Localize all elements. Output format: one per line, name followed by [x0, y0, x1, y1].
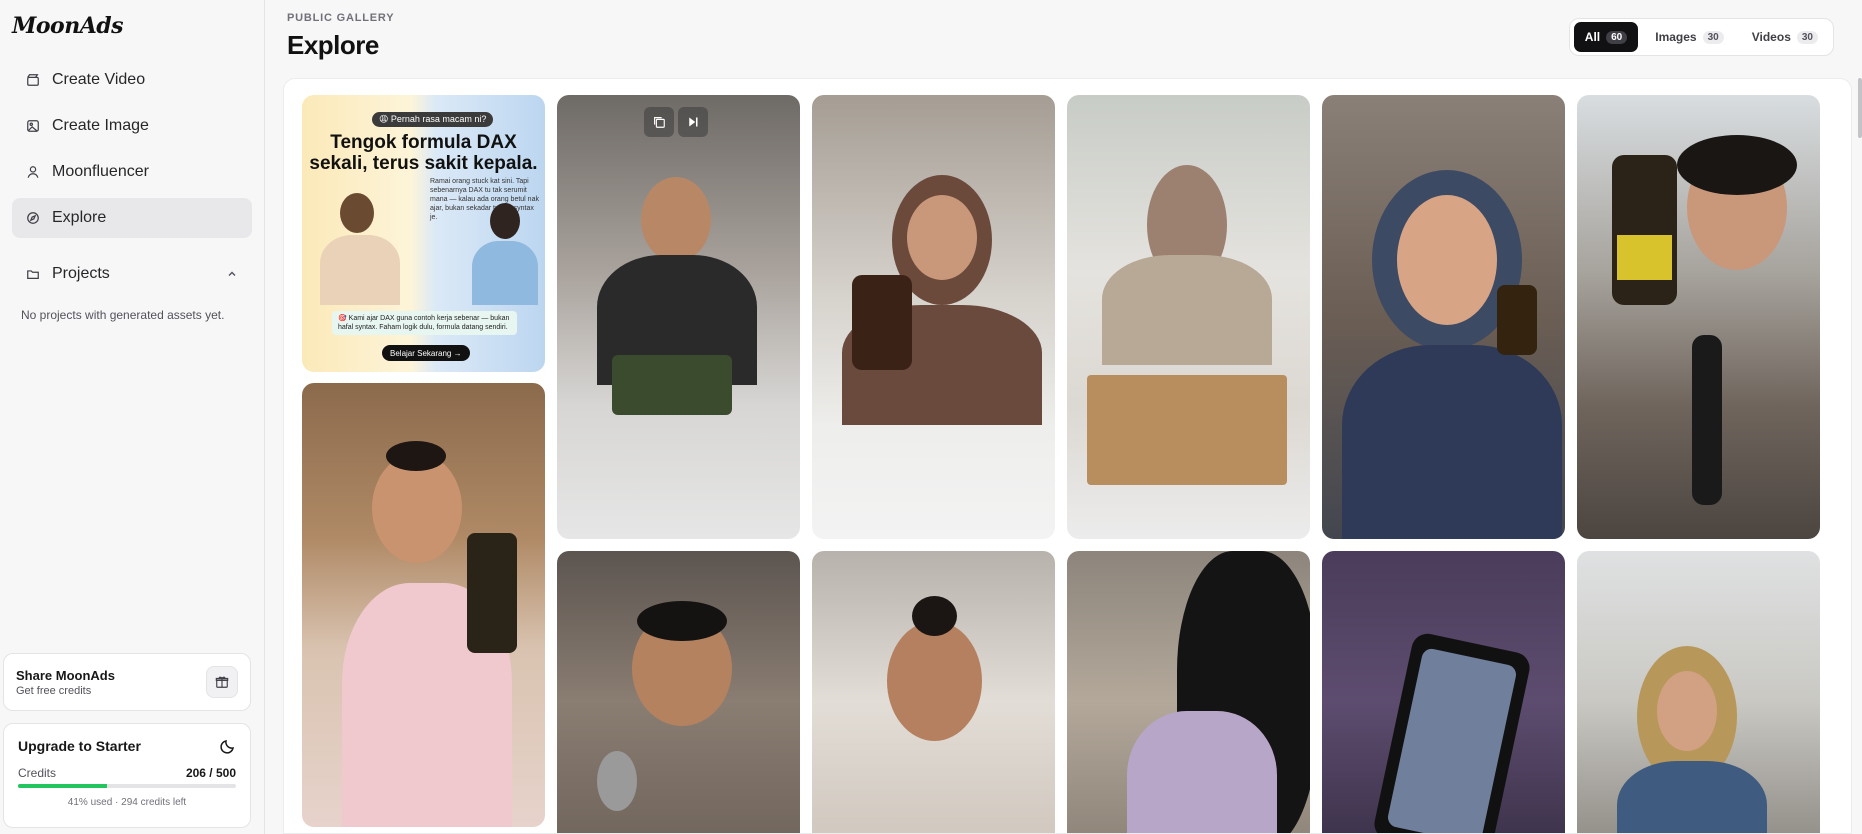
photo-placeholder	[302, 383, 545, 827]
photo-placeholder	[812, 95, 1055, 539]
main-content: PUBLIC GALLERY Explore All 60 Images 30 Vi…	[265, 0, 1862, 834]
gallery-item[interactable]	[1067, 551, 1310, 833]
photo-placeholder	[1322, 551, 1565, 833]
tab-videos[interactable]: Videos 30	[1741, 22, 1829, 52]
filter-tabs: All 60 Images 30 Videos 30	[1568, 18, 1834, 56]
photo-placeholder	[812, 551, 1055, 833]
tab-label: Videos	[1751, 30, 1791, 44]
logo-text: MoonAds	[12, 13, 124, 39]
gallery-item[interactable]	[1322, 551, 1565, 833]
sidebar-nav: Create Video Create Image Moonfluencer E…	[12, 60, 252, 238]
ad-body: Ramai orang stuck kat sini. Tapi sebenar…	[430, 178, 539, 221]
credits-progress-bar	[18, 784, 236, 788]
projects-empty-text: No projects with generated assets yet.	[21, 308, 225, 322]
folder-icon	[27, 270, 39, 279]
clapperboard-icon	[27, 74, 39, 86]
skip-icon	[689, 117, 698, 127]
credits-note: 41% used · 294 credits left	[67, 797, 187, 808]
gallery-item[interactable]	[1577, 551, 1820, 833]
user-icon	[27, 166, 39, 178]
scrollbar[interactable]	[1858, 78, 1862, 138]
ad-cta-button[interactable]: Belajar Sekarang →	[382, 345, 470, 361]
chevron-up-icon	[228, 271, 236, 276]
tab-label: Images	[1655, 30, 1697, 44]
person-figure	[340, 193, 374, 233]
projects-label: Projects	[52, 265, 110, 282]
page-header: PUBLIC GALLERY Explore All 60 Images 30 Vi…	[265, 0, 1862, 75]
logo[interactable]: MoonAds	[12, 0, 252, 52]
sidebar-item-label: Explore	[52, 209, 107, 226]
credits-progress-fill	[18, 784, 108, 788]
open-in-new-button[interactable]	[644, 107, 674, 137]
tab-count: 30	[1702, 30, 1724, 44]
gift-button[interactable]	[206, 666, 238, 698]
sidebar-item-label: Create Video	[52, 71, 146, 88]
upgrade-title: Upgrade to Starter	[18, 738, 141, 754]
share-subtitle: Get free credits	[16, 684, 92, 697]
ad-badge: 😩 Pernah rasa macam ni?	[372, 112, 494, 127]
photo-placeholder	[557, 95, 800, 539]
tab-count: 30	[1796, 30, 1818, 44]
ad-strip: 🎯 Kami ajar DAX guna contoh kerja sebena…	[332, 311, 517, 335]
tab-all[interactable]: All 60	[1573, 22, 1639, 52]
share-title: Share MoonAds	[16, 667, 115, 683]
image-icon	[27, 120, 39, 132]
credits-value: 206 / 500	[185, 766, 236, 780]
person-figure	[472, 241, 538, 305]
person-figure	[490, 203, 520, 239]
gallery-grid: 😩 Pernah rasa macam ni? Tengok formula D…	[283, 78, 1852, 834]
upgrade-card[interactable]: Upgrade to Starter Credits 206 / 500 41%…	[3, 723, 251, 828]
tab-count: 60	[1606, 30, 1628, 44]
sidebar-item-label: Create Image	[52, 117, 149, 134]
gallery-item-video[interactable]	[557, 95, 800, 539]
gallery-item[interactable]	[1322, 95, 1565, 539]
sidebar-item-label: Moonfluencer	[52, 163, 149, 180]
photo-placeholder	[1067, 95, 1310, 539]
gift-icon	[215, 676, 229, 688]
sidebar-item-create-video[interactable]: Create Video	[12, 60, 252, 100]
ad-title: Tengok formula DAX sekali, terus sakit k…	[309, 132, 538, 174]
moon-icon[interactable]	[220, 738, 236, 754]
sidebar: MoonAds Create Video Create Image Moonfl…	[0, 0, 265, 834]
credits-label: Credits	[18, 766, 57, 780]
photo-placeholder	[557, 551, 800, 833]
video-overlay-controls	[644, 107, 708, 137]
gallery-item[interactable]	[302, 383, 545, 827]
share-card[interactable]: Share MoonAds Get free credits	[3, 653, 251, 711]
gallery-item[interactable]	[1577, 95, 1820, 539]
page-title: Explore	[287, 30, 379, 60]
gallery-item[interactable]	[1067, 95, 1310, 539]
photo-placeholder	[1322, 95, 1565, 539]
tab-label: All	[1584, 30, 1601, 44]
sidebar-item-explore[interactable]: Explore	[12, 198, 252, 238]
projects-toggle[interactable]: Projects	[12, 254, 252, 294]
photo-placeholder	[1067, 551, 1310, 833]
gallery-item[interactable]	[812, 551, 1055, 833]
page-eyebrow: PUBLIC GALLERY	[287, 12, 395, 24]
photo-placeholder	[1577, 551, 1820, 833]
gallery-item[interactable]	[557, 551, 800, 833]
gallery-item[interactable]	[812, 95, 1055, 539]
photo-placeholder	[1577, 95, 1820, 539]
copy-icon	[654, 117, 665, 128]
play-next-button[interactable]	[678, 107, 708, 137]
sidebar-item-create-image[interactable]: Create Image	[12, 106, 252, 146]
gallery-item-ad[interactable]: 😩 Pernah rasa macam ni? Tengok formula D…	[302, 95, 545, 372]
person-figure	[320, 235, 400, 305]
sidebar-item-moonfluencer[interactable]: Moonfluencer	[12, 152, 252, 192]
tab-images[interactable]: Images 30	[1644, 22, 1734, 52]
compass-icon	[27, 212, 39, 224]
